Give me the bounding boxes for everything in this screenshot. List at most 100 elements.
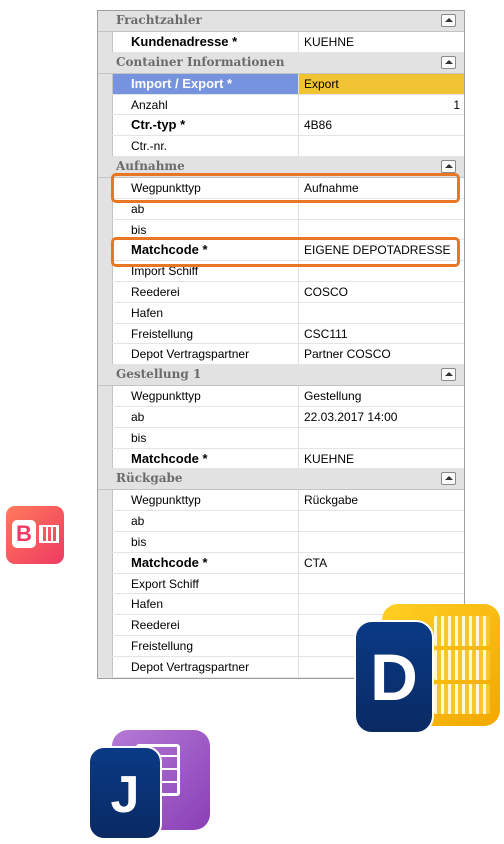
property-value[interactable] bbox=[299, 511, 464, 531]
collapse-icon[interactable] bbox=[441, 159, 456, 173]
collapse-icon[interactable] bbox=[441, 14, 456, 27]
property-value[interactable] bbox=[299, 428, 464, 448]
property-label: Export Schiff bbox=[113, 573, 299, 594]
property-value[interactable]: KUEHNE bbox=[299, 32, 464, 52]
row-gutter bbox=[98, 344, 113, 365]
property-value[interactable]: 1 bbox=[299, 95, 464, 115]
property-label: Matchcode * bbox=[113, 448, 299, 469]
property-value[interactable]: Export bbox=[299, 73, 464, 94]
property-row[interactable]: Matchcode * KUEHNE bbox=[98, 448, 464, 470]
collapse-icon[interactable] bbox=[441, 472, 456, 486]
property-label: Depot Vertragspartner bbox=[113, 656, 299, 677]
property-label: bis bbox=[113, 531, 299, 552]
property-row[interactable]: ab bbox=[98, 511, 464, 532]
property-label: Ctr.-nr. bbox=[113, 136, 299, 156]
property-value[interactable]: Partner COSCO bbox=[299, 344, 464, 364]
property-value[interactable]: 22.03.2017 14:00 bbox=[299, 407, 464, 427]
property-row[interactable]: Ctr.-typ * 4B86 bbox=[98, 115, 464, 137]
row-gutter bbox=[98, 448, 113, 469]
property-value[interactable]: COSCO bbox=[299, 282, 464, 302]
property-row[interactable]: Wegpunkttyp Gestellung bbox=[98, 386, 464, 407]
section-header-container-informationen[interactable]: Container Informationen bbox=[98, 52, 464, 74]
property-value[interactable]: KUEHNE bbox=[299, 449, 464, 469]
row-gutter bbox=[98, 406, 113, 427]
property-row[interactable]: Wegpunkttyp Rückgabe bbox=[98, 490, 464, 512]
property-value[interactable]: 4B86 bbox=[299, 115, 464, 135]
property-label: Matchcode * bbox=[113, 552, 299, 573]
property-row[interactable]: Import / Export * Export bbox=[98, 73, 464, 95]
row-gutter bbox=[98, 115, 113, 136]
section-header-gestellung[interactable]: Gestellung 1 bbox=[98, 365, 464, 387]
section-header-rueckgabe[interactable]: Rückgabe bbox=[98, 469, 464, 491]
row-gutter bbox=[98, 490, 113, 511]
section-title: Aufnahme bbox=[116, 158, 185, 173]
property-label: Freistellung bbox=[113, 635, 299, 656]
property-row[interactable]: Hafen bbox=[98, 302, 464, 324]
property-row[interactable]: bis bbox=[98, 531, 464, 553]
property-label: bis bbox=[113, 427, 299, 448]
property-row[interactable]: ab 22.03.2017 14:00 bbox=[98, 406, 464, 428]
property-value[interactable]: Gestellung bbox=[299, 386, 464, 406]
letter-d-icon: D bbox=[354, 620, 434, 734]
property-row[interactable]: Matchcode * CTA bbox=[98, 552, 464, 574]
shipping-container-icon bbox=[39, 525, 59, 543]
property-value[interactable]: CTA bbox=[299, 553, 464, 573]
row-gutter bbox=[98, 281, 113, 302]
row-gutter bbox=[98, 198, 113, 219]
property-label: Reederei bbox=[113, 615, 299, 635]
collapse-icon[interactable] bbox=[441, 55, 456, 69]
property-row[interactable]: Anzahl 1 bbox=[98, 94, 464, 116]
property-label: Import / Export * bbox=[113, 73, 299, 94]
property-row[interactable]: Freistellung CSC111 bbox=[98, 323, 464, 345]
property-grid: Frachtzahler Kundenadresse * KUEHNE Cont… bbox=[97, 10, 465, 679]
section-title: Frachtzahler bbox=[116, 13, 202, 27]
row-gutter bbox=[98, 427, 113, 448]
row-gutter bbox=[98, 219, 113, 240]
depot-app-icon: D bbox=[354, 604, 500, 734]
property-row[interactable]: bis bbox=[98, 427, 464, 449]
property-value[interactable] bbox=[299, 303, 464, 323]
row-gutter bbox=[98, 635, 113, 656]
container-tile bbox=[434, 684, 490, 714]
property-label: Kundenadresse * bbox=[113, 32, 299, 52]
property-row[interactable]: Reederei COSCO bbox=[98, 281, 464, 303]
row-gutter bbox=[98, 511, 113, 531]
property-value[interactable] bbox=[299, 574, 464, 594]
property-label: ab bbox=[113, 406, 299, 427]
letter-b-icon: B bbox=[12, 520, 36, 548]
container-tile bbox=[434, 650, 490, 680]
letter-j-icon: J bbox=[88, 746, 162, 840]
row-gutter bbox=[98, 386, 113, 406]
property-label: Hafen bbox=[113, 594, 299, 615]
property-value[interactable]: CSC111 bbox=[299, 324, 464, 344]
section-title: Gestellung 1 bbox=[116, 367, 202, 382]
row-gutter bbox=[98, 323, 113, 344]
property-value[interactable] bbox=[299, 136, 464, 156]
property-row[interactable]: Kundenadresse * KUEHNE bbox=[98, 32, 464, 53]
property-label: Wegpunkttyp bbox=[113, 490, 299, 511]
row-gutter bbox=[98, 302, 113, 323]
property-label: ab bbox=[113, 511, 299, 531]
property-label: Depot Vertragspartner bbox=[113, 344, 299, 365]
row-gutter bbox=[98, 594, 113, 615]
row-gutter bbox=[98, 573, 113, 594]
property-value[interactable] bbox=[299, 532, 464, 552]
section-title: Container Informationen bbox=[116, 54, 285, 69]
section-header-frachtzahler[interactable]: Frachtzahler bbox=[98, 11, 464, 32]
property-label: Hafen bbox=[113, 302, 299, 323]
container-app-icon: B bbox=[6, 506, 64, 564]
property-value[interactable]: Rückgabe bbox=[299, 490, 464, 510]
collapse-icon[interactable] bbox=[441, 368, 456, 382]
property-row[interactable]: Depot Vertragspartner Partner COSCO bbox=[98, 344, 464, 366]
property-label: Ctr.-typ * bbox=[113, 115, 299, 136]
row-gutter bbox=[98, 552, 113, 573]
highlight-frame-matchcode bbox=[111, 237, 460, 267]
job-app-icon: J bbox=[88, 730, 210, 840]
row-gutter bbox=[98, 615, 113, 635]
row-gutter bbox=[98, 73, 113, 94]
property-row[interactable]: Ctr.-nr. bbox=[98, 136, 464, 157]
property-label: Freistellung bbox=[113, 323, 299, 344]
property-row[interactable]: Export Schiff bbox=[98, 573, 464, 595]
highlight-frame-wegpunkttyp bbox=[111, 173, 460, 203]
row-gutter bbox=[98, 531, 113, 552]
